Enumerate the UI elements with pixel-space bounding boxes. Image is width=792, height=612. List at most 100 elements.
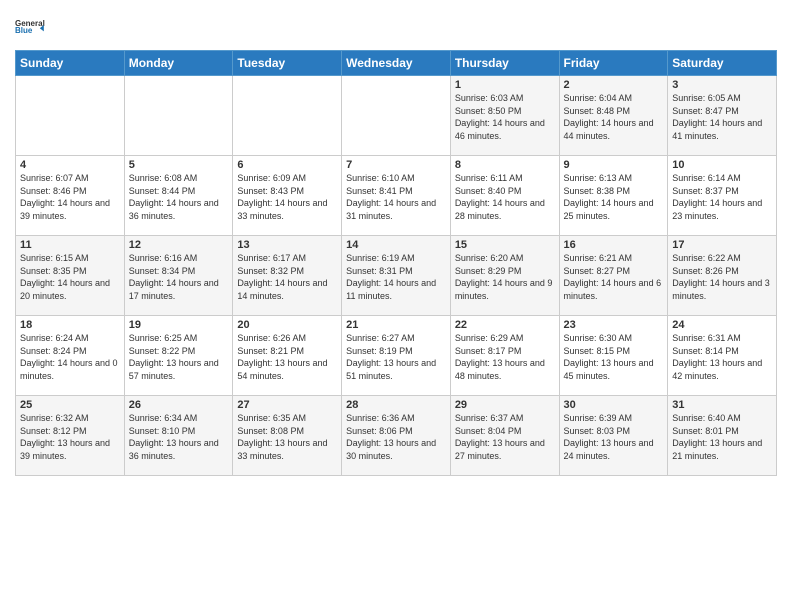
cell-info: Sunrise: 6:22 AM Sunset: 8:26 PM Dayligh… bbox=[672, 252, 772, 302]
day-number: 16 bbox=[564, 239, 664, 251]
day-number: 5 bbox=[129, 159, 229, 171]
col-header-saturday: Saturday bbox=[668, 51, 777, 76]
cell-info: Sunrise: 6:30 AM Sunset: 8:15 PM Dayligh… bbox=[564, 332, 664, 382]
day-number: 22 bbox=[455, 319, 555, 331]
calendar-cell: 27Sunrise: 6:35 AM Sunset: 8:08 PM Dayli… bbox=[233, 396, 342, 476]
day-number: 4 bbox=[20, 159, 120, 171]
col-header-monday: Monday bbox=[124, 51, 233, 76]
col-header-sunday: Sunday bbox=[16, 51, 125, 76]
day-number: 13 bbox=[237, 239, 337, 251]
cell-info: Sunrise: 6:21 AM Sunset: 8:27 PM Dayligh… bbox=[564, 252, 664, 302]
cell-info: Sunrise: 6:10 AM Sunset: 8:41 PM Dayligh… bbox=[346, 172, 446, 222]
cell-info: Sunrise: 6:34 AM Sunset: 8:10 PM Dayligh… bbox=[129, 412, 229, 462]
day-number: 9 bbox=[564, 159, 664, 171]
day-number: 8 bbox=[455, 159, 555, 171]
week-row-3: 11Sunrise: 6:15 AM Sunset: 8:35 PM Dayli… bbox=[16, 236, 777, 316]
cell-info: Sunrise: 6:05 AM Sunset: 8:47 PM Dayligh… bbox=[672, 92, 772, 142]
calendar-cell: 25Sunrise: 6:32 AM Sunset: 8:12 PM Dayli… bbox=[16, 396, 125, 476]
calendar-cell: 28Sunrise: 6:36 AM Sunset: 8:06 PM Dayli… bbox=[342, 396, 451, 476]
calendar-cell: 26Sunrise: 6:34 AM Sunset: 8:10 PM Dayli… bbox=[124, 396, 233, 476]
day-number: 12 bbox=[129, 239, 229, 251]
calendar-cell bbox=[124, 76, 233, 156]
calendar-cell: 10Sunrise: 6:14 AM Sunset: 8:37 PM Dayli… bbox=[668, 156, 777, 236]
calendar-cell: 3Sunrise: 6:05 AM Sunset: 8:47 PM Daylig… bbox=[668, 76, 777, 156]
calendar-cell: 16Sunrise: 6:21 AM Sunset: 8:27 PM Dayli… bbox=[559, 236, 668, 316]
col-header-tuesday: Tuesday bbox=[233, 51, 342, 76]
calendar-cell: 21Sunrise: 6:27 AM Sunset: 8:19 PM Dayli… bbox=[342, 316, 451, 396]
cell-info: Sunrise: 6:20 AM Sunset: 8:29 PM Dayligh… bbox=[455, 252, 555, 302]
cell-info: Sunrise: 6:39 AM Sunset: 8:03 PM Dayligh… bbox=[564, 412, 664, 462]
cell-info: Sunrise: 6:09 AM Sunset: 8:43 PM Dayligh… bbox=[237, 172, 337, 222]
cell-info: Sunrise: 6:32 AM Sunset: 8:12 PM Dayligh… bbox=[20, 412, 120, 462]
cell-info: Sunrise: 6:25 AM Sunset: 8:22 PM Dayligh… bbox=[129, 332, 229, 382]
cell-info: Sunrise: 6:11 AM Sunset: 8:40 PM Dayligh… bbox=[455, 172, 555, 222]
col-header-wednesday: Wednesday bbox=[342, 51, 451, 76]
cell-info: Sunrise: 6:26 AM Sunset: 8:21 PM Dayligh… bbox=[237, 332, 337, 382]
calendar-cell: 20Sunrise: 6:26 AM Sunset: 8:21 PM Dayli… bbox=[233, 316, 342, 396]
calendar-cell: 13Sunrise: 6:17 AM Sunset: 8:32 PM Dayli… bbox=[233, 236, 342, 316]
day-number: 10 bbox=[672, 159, 772, 171]
calendar-cell: 31Sunrise: 6:40 AM Sunset: 8:01 PM Dayli… bbox=[668, 396, 777, 476]
day-number: 28 bbox=[346, 399, 446, 411]
calendar-cell: 4Sunrise: 6:07 AM Sunset: 8:46 PM Daylig… bbox=[16, 156, 125, 236]
day-number: 27 bbox=[237, 399, 337, 411]
cell-info: Sunrise: 6:24 AM Sunset: 8:24 PM Dayligh… bbox=[20, 332, 120, 382]
week-row-5: 25Sunrise: 6:32 AM Sunset: 8:12 PM Dayli… bbox=[16, 396, 777, 476]
calendar-cell: 24Sunrise: 6:31 AM Sunset: 8:14 PM Dayli… bbox=[668, 316, 777, 396]
calendar-cell: 19Sunrise: 6:25 AM Sunset: 8:22 PM Dayli… bbox=[124, 316, 233, 396]
calendar-cell: 29Sunrise: 6:37 AM Sunset: 8:04 PM Dayli… bbox=[450, 396, 559, 476]
day-number: 19 bbox=[129, 319, 229, 331]
cell-info: Sunrise: 6:31 AM Sunset: 8:14 PM Dayligh… bbox=[672, 332, 772, 382]
cell-info: Sunrise: 6:36 AM Sunset: 8:06 PM Dayligh… bbox=[346, 412, 446, 462]
cell-info: Sunrise: 6:37 AM Sunset: 8:04 PM Dayligh… bbox=[455, 412, 555, 462]
day-number: 23 bbox=[564, 319, 664, 331]
day-number: 25 bbox=[20, 399, 120, 411]
day-number: 30 bbox=[564, 399, 664, 411]
cell-info: Sunrise: 6:27 AM Sunset: 8:19 PM Dayligh… bbox=[346, 332, 446, 382]
calendar-cell: 15Sunrise: 6:20 AM Sunset: 8:29 PM Dayli… bbox=[450, 236, 559, 316]
calendar-table: SundayMondayTuesdayWednesdayThursdayFrid… bbox=[15, 50, 777, 476]
cell-info: Sunrise: 6:07 AM Sunset: 8:46 PM Dayligh… bbox=[20, 172, 120, 222]
cell-info: Sunrise: 6:35 AM Sunset: 8:08 PM Dayligh… bbox=[237, 412, 337, 462]
cell-info: Sunrise: 6:17 AM Sunset: 8:32 PM Dayligh… bbox=[237, 252, 337, 302]
cell-info: Sunrise: 6:19 AM Sunset: 8:31 PM Dayligh… bbox=[346, 252, 446, 302]
day-number: 15 bbox=[455, 239, 555, 251]
calendar-cell: 23Sunrise: 6:30 AM Sunset: 8:15 PM Dayli… bbox=[559, 316, 668, 396]
day-number: 26 bbox=[129, 399, 229, 411]
calendar-cell: 2Sunrise: 6:04 AM Sunset: 8:48 PM Daylig… bbox=[559, 76, 668, 156]
cell-info: Sunrise: 6:15 AM Sunset: 8:35 PM Dayligh… bbox=[20, 252, 120, 302]
calendar-cell: 12Sunrise: 6:16 AM Sunset: 8:34 PM Dayli… bbox=[124, 236, 233, 316]
day-number: 2 bbox=[564, 79, 664, 91]
calendar-cell bbox=[233, 76, 342, 156]
col-header-thursday: Thursday bbox=[450, 51, 559, 76]
day-number: 3 bbox=[672, 79, 772, 91]
day-number: 29 bbox=[455, 399, 555, 411]
calendar-cell bbox=[16, 76, 125, 156]
day-number: 18 bbox=[20, 319, 120, 331]
header-row: SundayMondayTuesdayWednesdayThursdayFrid… bbox=[16, 51, 777, 76]
calendar-cell: 11Sunrise: 6:15 AM Sunset: 8:35 PM Dayli… bbox=[16, 236, 125, 316]
day-number: 14 bbox=[346, 239, 446, 251]
header: General Blue bbox=[15, 10, 777, 42]
day-number: 20 bbox=[237, 319, 337, 331]
calendar-cell: 1Sunrise: 6:03 AM Sunset: 8:50 PM Daylig… bbox=[450, 76, 559, 156]
week-row-4: 18Sunrise: 6:24 AM Sunset: 8:24 PM Dayli… bbox=[16, 316, 777, 396]
cell-info: Sunrise: 6:29 AM Sunset: 8:17 PM Dayligh… bbox=[455, 332, 555, 382]
calendar-cell: 22Sunrise: 6:29 AM Sunset: 8:17 PM Dayli… bbox=[450, 316, 559, 396]
calendar-cell: 30Sunrise: 6:39 AM Sunset: 8:03 PM Dayli… bbox=[559, 396, 668, 476]
cell-info: Sunrise: 6:04 AM Sunset: 8:48 PM Dayligh… bbox=[564, 92, 664, 142]
day-number: 24 bbox=[672, 319, 772, 331]
calendar-cell: 9Sunrise: 6:13 AM Sunset: 8:38 PM Daylig… bbox=[559, 156, 668, 236]
cell-info: Sunrise: 6:16 AM Sunset: 8:34 PM Dayligh… bbox=[129, 252, 229, 302]
calendar-cell: 17Sunrise: 6:22 AM Sunset: 8:26 PM Dayli… bbox=[668, 236, 777, 316]
cell-info: Sunrise: 6:14 AM Sunset: 8:37 PM Dayligh… bbox=[672, 172, 772, 222]
calendar-cell: 14Sunrise: 6:19 AM Sunset: 8:31 PM Dayli… bbox=[342, 236, 451, 316]
day-number: 21 bbox=[346, 319, 446, 331]
cell-info: Sunrise: 6:08 AM Sunset: 8:44 PM Dayligh… bbox=[129, 172, 229, 222]
day-number: 1 bbox=[455, 79, 555, 91]
day-number: 31 bbox=[672, 399, 772, 411]
col-header-friday: Friday bbox=[559, 51, 668, 76]
svg-text:Blue: Blue bbox=[15, 26, 33, 35]
calendar-cell: 8Sunrise: 6:11 AM Sunset: 8:40 PM Daylig… bbox=[450, 156, 559, 236]
cell-info: Sunrise: 6:03 AM Sunset: 8:50 PM Dayligh… bbox=[455, 92, 555, 142]
